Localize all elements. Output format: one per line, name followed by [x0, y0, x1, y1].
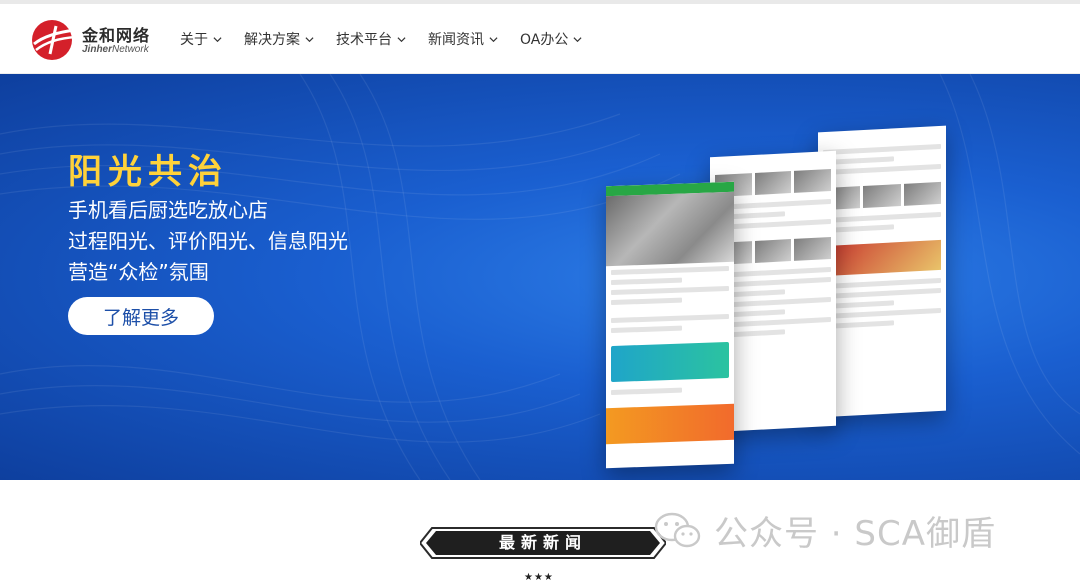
hero-line-2: 过程阳光、评价阳光、信息阳光 [68, 229, 348, 253]
logo-name-en-light: Network [112, 44, 149, 55]
chevron-down-icon [489, 36, 498, 42]
hero-line-3: 营造“众检”氛围 [68, 260, 209, 284]
main-nav: 关于 解决方案 技术平台 新闻资讯 OA办公 [180, 4, 604, 74]
phone-rows [606, 262, 734, 314]
nav-item-news[interactable]: 新闻资讯 [428, 29, 498, 49]
watermark-text: 公众号 · SCA御盾 [714, 513, 997, 554]
phone-certificate-image [823, 239, 941, 277]
logo[interactable]: 金和网络 JinherNetwork [30, 18, 150, 62]
nav-item-label: 新闻资讯 [428, 32, 484, 48]
phone-kitchen-photo [606, 191, 734, 267]
phone-rows [818, 208, 946, 243]
nav-item-tech-platform[interactable]: 技术平台 [336, 29, 406, 49]
site-header: 金和网络 JinherNetwork 关于 解决方案 技术平台 新闻资讯 OA办… [0, 4, 1080, 74]
news-section-title: 最新新闻 [498, 533, 587, 552]
hero-line-1: 手机看后厨选吃放心店 [68, 198, 268, 222]
watermark: 公众号 · SCA御盾 [654, 509, 996, 554]
chevron-down-icon [397, 36, 406, 42]
wechat-icon [654, 512, 701, 548]
chevron-down-icon [573, 36, 582, 42]
nav-item-label: 关于 [180, 32, 208, 48]
nav-item-about[interactable]: 关于 [180, 29, 222, 49]
phone-mockup-1 [606, 181, 734, 469]
nav-item-label: 技术平台 [336, 32, 392, 48]
logo-name-en: JinherNetwork [82, 44, 149, 55]
logo-name-cn: 金和网络 [82, 26, 151, 45]
hero-banner[interactable]: 阳光共治 手机看后厨选吃放心店 过程阳光、评价阳光、信息阳光 营造“众检”氛围 … [0, 74, 1080, 480]
chevron-down-icon [213, 36, 222, 42]
logo-mark-icon [32, 20, 77, 60]
nav-item-label: 解决方案 [244, 32, 300, 48]
learn-more-button[interactable]: 了解更多 [68, 297, 214, 335]
chevron-down-icon [305, 36, 314, 42]
phone-rating-panel [611, 341, 729, 383]
phone-promo-banner [606, 403, 734, 445]
news-stars-decoration: ★★★ [524, 572, 554, 583]
phone-mockup-3 [818, 125, 946, 418]
hero-title: 阳光共治 [68, 152, 228, 192]
nav-item-solutions[interactable]: 解决方案 [244, 29, 314, 49]
phone-rows [818, 274, 946, 339]
nav-item-oa[interactable]: OA办公 [520, 29, 582, 49]
phone-rows [606, 310, 734, 342]
phone-rows [606, 382, 734, 404]
nav-item-label: OA办公 [520, 32, 569, 48]
logo-name-en-bold: Jinher [82, 44, 113, 55]
